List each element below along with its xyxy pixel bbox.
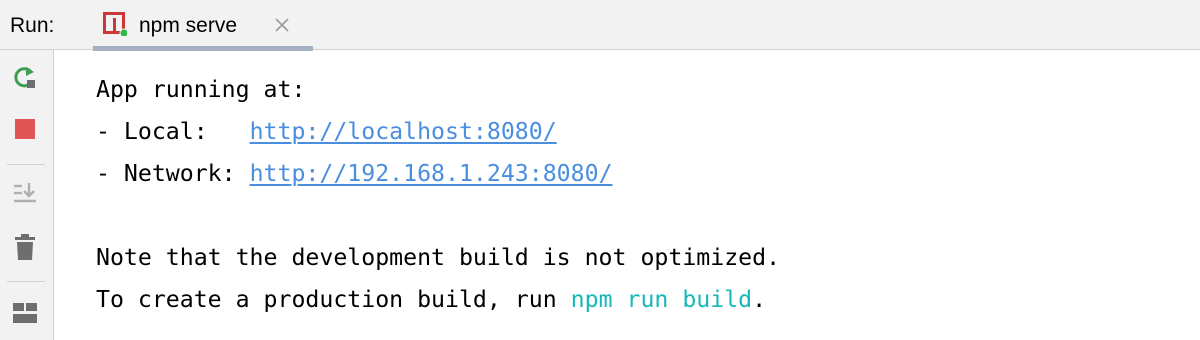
layout-button[interactable] [10, 300, 40, 330]
toolbar-separator [7, 281, 45, 282]
console-line: - Local: http://localhost:8080/ [96, 118, 557, 145]
rerun-button[interactable] [10, 65, 40, 95]
run-header: Run: npm serve [0, 0, 1200, 51]
trash-icon [13, 233, 37, 266]
console-line: Note that the development build is not o… [96, 244, 781, 271]
stop-button[interactable] [10, 116, 40, 146]
tab-npm-serve[interactable]: npm serve [93, 0, 313, 51]
console-line: - Network: http://192.168.1.243:8080/ [96, 160, 613, 187]
local-url-link[interactable]: http://localhost:8080/ [250, 118, 557, 145]
npm-command: npm run build [570, 286, 753, 313]
run-label: Run: [10, 14, 55, 37]
run-tool-window: Run: npm serve App running at: - Local: … [0, 0, 1200, 340]
console-line: To create a production build, run npm ru… [96, 286, 767, 313]
console-line: App running at: [96, 76, 306, 103]
npm-run-config-icon [103, 12, 129, 38]
stop-icon [13, 117, 37, 146]
network-url-link[interactable]: http://192.168.1.243:8080/ [250, 160, 613, 187]
clear-all-button[interactable] [10, 233, 40, 266]
console-output[interactable]: App running at: - Local: http://localhos… [55, 51, 1200, 340]
scroll-to-end-icon [12, 180, 38, 211]
toolbar-separator [7, 164, 45, 165]
scroll-to-end-button[interactable] [10, 180, 40, 210]
run-toolbar [0, 50, 54, 340]
layout-icon [12, 302, 38, 329]
tab-label: npm serve [139, 14, 238, 37]
close-icon[interactable] [273, 16, 291, 34]
rerun-icon [11, 64, 39, 97]
